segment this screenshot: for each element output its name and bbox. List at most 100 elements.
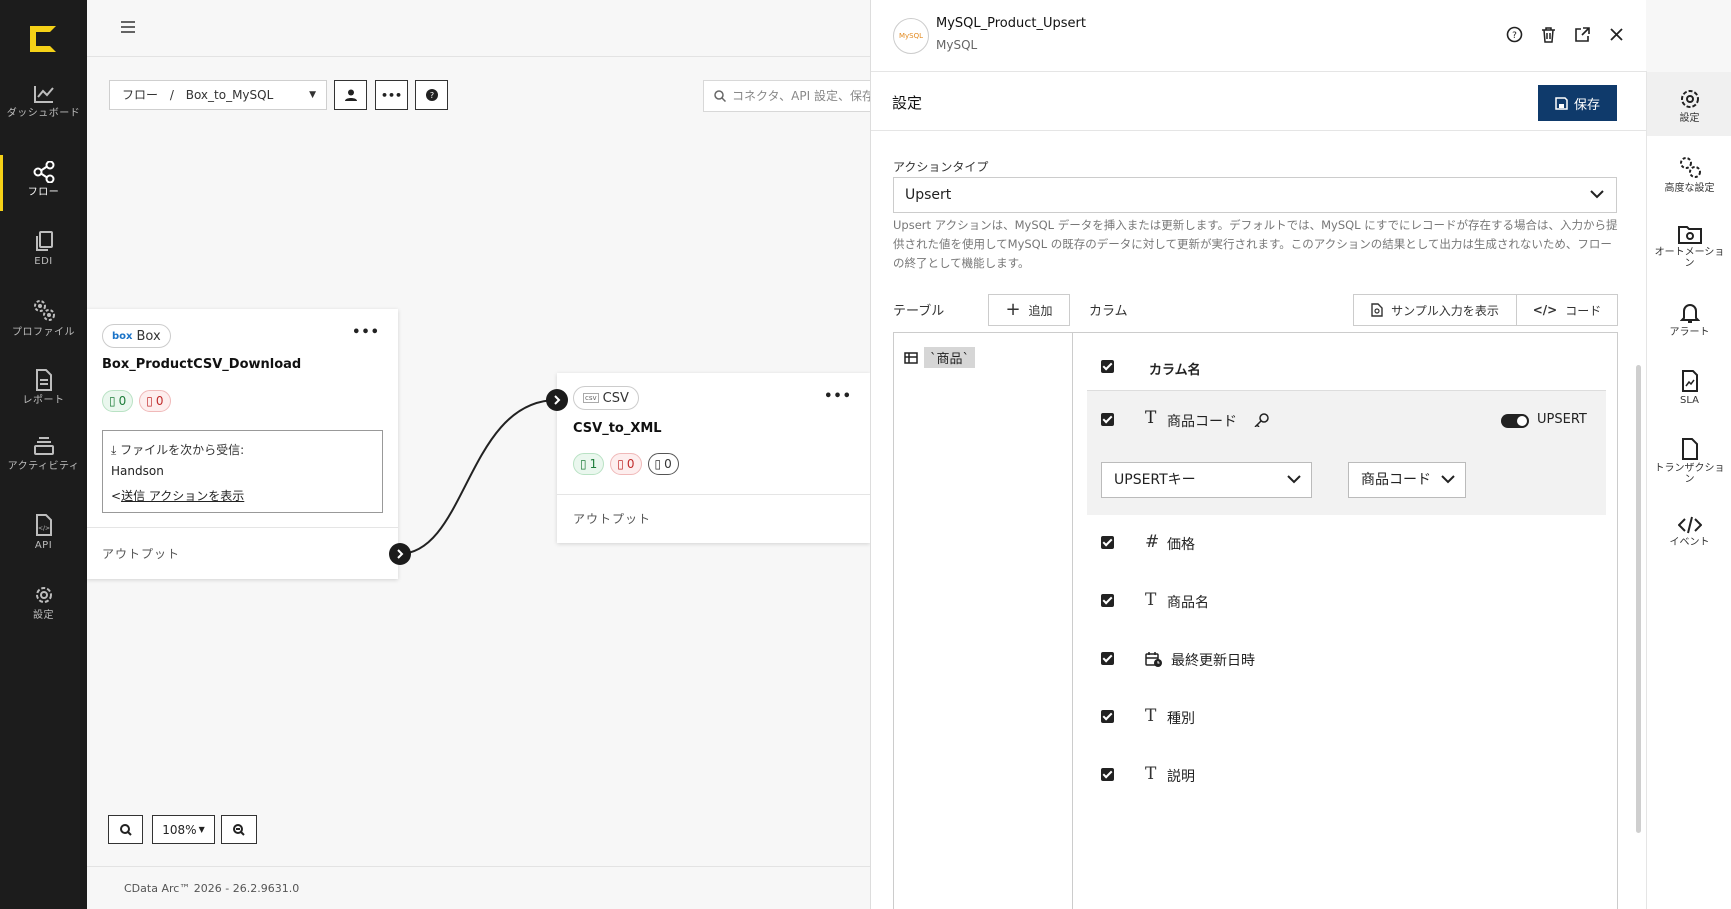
number-type-icon: # — [1145, 532, 1160, 552]
column-name: 商品名 — [1167, 595, 1209, 611]
success-count[interactable]: ▯ 1 — [573, 453, 605, 475]
connector-type: MySQL — [936, 38, 978, 52]
panel-header: MySQL MySQL_Product_Upsert MySQL ? — [871, 0, 1647, 72]
nav-settings[interactable]: 設定 — [0, 584, 87, 621]
upsert-key-column-value: 商品コード — [1361, 472, 1431, 488]
output-divider — [87, 527, 398, 528]
receive-box: ⤓ ファイルを次から受信: Handson <送信 アクションを表示 — [102, 430, 383, 513]
column-checkbox[interactable] — [1101, 652, 1114, 665]
help-circle-icon[interactable]: ? — [1506, 26, 1523, 43]
save-button[interactable]: 保存 — [1538, 85, 1617, 121]
external-link-icon[interactable] — [1574, 26, 1591, 43]
nav-report[interactable]: レポート — [0, 369, 87, 406]
nav-report-label: レポート — [22, 395, 65, 406]
settings-side-tabs: 設定 高度な設定 オートメーション アラート SLA トランザクション イベント — [1646, 72, 1731, 909]
zoom-level-select[interactable]: 108% ▼ — [152, 815, 215, 844]
file-error-icon: ▯ — [146, 394, 153, 408]
receive-from: Handson — [111, 464, 164, 478]
tab-sla-label: SLA — [1680, 395, 1699, 406]
trash-icon[interactable] — [1540, 26, 1557, 43]
tab-settings[interactable]: 設定 — [1647, 72, 1731, 136]
cdata-logo[interactable] — [30, 26, 56, 52]
column-name: 種別 — [1167, 711, 1195, 727]
file-search-icon — [1371, 303, 1383, 317]
avatar-text: MySQL — [898, 32, 924, 40]
tab-advanced-settings[interactable]: 高度な設定 — [1647, 154, 1731, 194]
column-checkbox[interactable] — [1101, 710, 1114, 723]
panel-scrollbar[interactable] — [1636, 365, 1641, 833]
node-csv[interactable]: csv CSV ••• CSV_to_XML ▯ 1 ▯ 0 ▯ 0 アウトプット — [557, 373, 870, 543]
nav-activity[interactable]: アクティビティ — [0, 435, 87, 472]
flow-canvas[interactable]: フロー / Box_to_MySQL ▼ ••• ? コネクタ、API 設定、保… — [87, 0, 883, 909]
node-box[interactable]: box Box ••• Box_ProductCSV_Download ▯ 0 ▯… — [87, 309, 398, 579]
section-title: 設定 — [892, 94, 923, 112]
nav-api[interactable]: </> API — [0, 514, 87, 551]
error-count-value: 0 — [626, 457, 635, 471]
column-row: 最終更新日時 — [1087, 639, 1606, 679]
nav-flow[interactable]: フロー — [0, 155, 87, 211]
upsert-key-select[interactable]: UPSERTキー — [1101, 462, 1312, 498]
column-checkbox[interactable] — [1101, 413, 1114, 426]
close-icon[interactable] — [1608, 26, 1625, 43]
column-row: T 商品名 — [1087, 581, 1606, 621]
download-icon: ⤓ — [111, 443, 117, 457]
tab-alert[interactable]: アラート — [1647, 302, 1731, 338]
gears-icon — [1679, 157, 1701, 178]
pending-count[interactable]: ▯ 0 — [647, 453, 679, 475]
tab-alert-label: アラート — [1669, 327, 1710, 338]
plus-icon: + — [1005, 299, 1021, 320]
zoom-out-button[interactable] — [221, 815, 257, 844]
nav-profile[interactable]: プロファイル — [0, 297, 87, 338]
output-label: アウトプット — [573, 512, 652, 526]
nav-edi[interactable]: EDI — [0, 230, 87, 267]
tab-events[interactable]: イベント — [1647, 516, 1731, 548]
tab-transaction[interactable]: トランザクション — [1647, 438, 1731, 485]
table-item[interactable]: `商品` — [904, 347, 976, 368]
success-count[interactable]: ▯ 0 — [102, 390, 134, 412]
share-icon: < — [111, 489, 122, 503]
file-error-icon: ▯ — [617, 457, 624, 471]
column-label: カラム — [1089, 304, 1128, 319]
nav-profile-label: プロファイル — [12, 327, 75, 338]
connector-badge-label: Box — [136, 328, 161, 344]
nav-edi-label: EDI — [34, 256, 53, 267]
footer-version: CData Arc™ 2026 - 26.2.9631.0 — [87, 866, 870, 909]
column-name: 説明 — [1167, 769, 1195, 785]
chevron-right-icon — [554, 395, 561, 405]
error-count[interactable]: ▯ 0 — [139, 390, 171, 412]
output-port[interactable] — [389, 543, 411, 565]
column-checkbox[interactable] — [1101, 536, 1114, 549]
zoom-level: 108% — [162, 822, 197, 837]
caret-down-icon: ▼ — [198, 825, 205, 834]
node-menu-button[interactable]: ••• — [824, 389, 852, 404]
column-checkbox[interactable] — [1101, 594, 1114, 607]
nav-dashboard[interactable]: ダッシュボード — [0, 84, 87, 119]
code-button[interactable]: </> コード — [1516, 294, 1618, 326]
select-all-checkbox[interactable] — [1101, 360, 1114, 373]
input-port[interactable] — [546, 389, 568, 411]
column-header-label: カラム名 — [1149, 363, 1201, 378]
error-count[interactable]: ▯ 0 — [610, 453, 642, 475]
view-send-action-link[interactable]: <送信 アクションを表示 — [111, 487, 244, 504]
column-checkbox[interactable] — [1101, 768, 1114, 781]
output-label: アウトプット — [102, 547, 181, 561]
file-icon — [1681, 438, 1698, 460]
tab-automation[interactable]: オートメーション — [1647, 224, 1731, 269]
column-row: T 説明 — [1087, 755, 1606, 795]
upsert-key-column-select[interactable]: 商品コード — [1348, 462, 1466, 498]
node-menu-button[interactable]: ••• — [352, 325, 380, 340]
zoom-in-button[interactable] — [108, 815, 143, 844]
tab-sla[interactable]: SLA — [1647, 370, 1731, 406]
receive-label: ⤓ ファイルを次から受信: — [111, 441, 244, 458]
upsert-toggle[interactable] — [1501, 414, 1529, 428]
view-send-action-text[interactable]: 送信 アクションを表示 — [121, 489, 244, 503]
action-type-select[interactable]: Upsert — [893, 177, 1617, 213]
upsert-toggle-label: UPSERT — [1537, 412, 1587, 427]
node-counts: ▯ 1 ▯ 0 ▯ 0 — [573, 453, 685, 475]
show-sample-input-button[interactable]: サンプル入力を表示 — [1353, 294, 1517, 326]
report-icon — [35, 369, 52, 391]
code-label: コード — [1565, 303, 1602, 318]
column-name: 最終更新日時 — [1171, 653, 1255, 669]
add-table-button[interactable]: + 追加 — [988, 294, 1070, 326]
receive-label-text: ファイルを次から受信: — [120, 443, 245, 457]
